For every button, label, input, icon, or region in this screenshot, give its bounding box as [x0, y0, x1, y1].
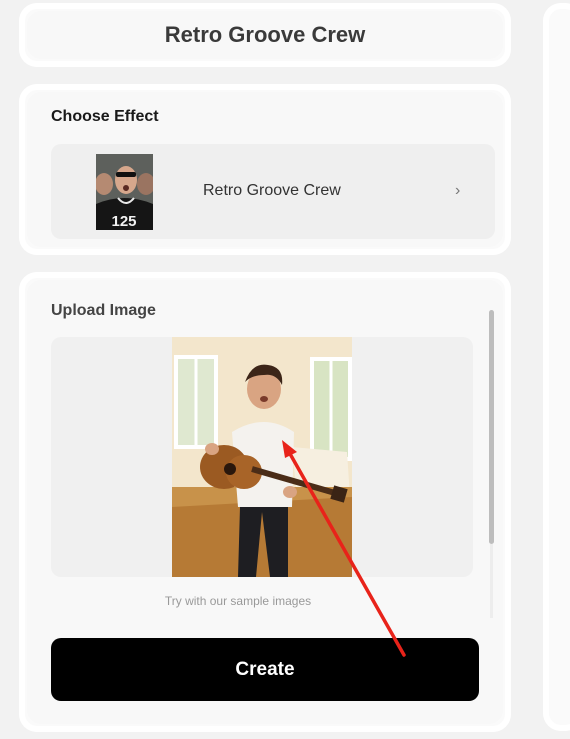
- effect-thumbnail: 125: [96, 154, 153, 230]
- page-title: Retro Groove Crew: [164, 22, 366, 47]
- sample-images-link[interactable]: Try with our sample images: [27, 594, 449, 608]
- upload-dropzone[interactable]: [51, 337, 473, 577]
- uploaded-image-preview: [172, 337, 352, 577]
- right-panel: [543, 3, 570, 731]
- upload-image-label: Upload Image: [51, 302, 156, 319]
- choose-effect-label: Choose Effect: [51, 108, 159, 125]
- scrollbar-thumb[interactable]: [489, 310, 494, 544]
- create-button[interactable]: Create: [51, 638, 479, 701]
- jersey-number: 125: [111, 213, 136, 230]
- effect-name: Retro Groove Crew: [203, 182, 341, 199]
- title-card: Retro Groove Crew: [19, 3, 511, 67]
- effect-selector[interactable]: 125 Retro Groove Crew ›: [51, 144, 495, 239]
- effect-card-inner: Choose Effect 125 Retro Groove Crew ›: [27, 92, 503, 247]
- effect-card: Choose Effect 125 Retro Groove Crew ›: [19, 84, 511, 255]
- scrollbar-track[interactable]: [490, 544, 493, 618]
- title-card-inner: Retro Groove Crew: [27, 11, 503, 59]
- chevron-right-icon: ›: [455, 182, 461, 199]
